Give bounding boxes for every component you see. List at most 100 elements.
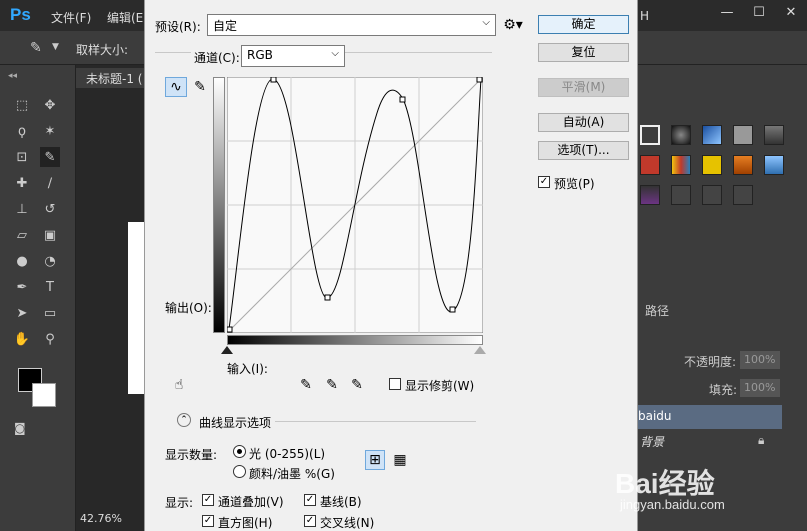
white-eyedropper-icon[interactable]: ✎	[348, 376, 366, 394]
light-radio[interactable]	[233, 445, 246, 458]
target-adjust-hand-icon[interactable]: ☝	[169, 376, 189, 394]
magic-wand-icon[interactable]: ✶	[40, 121, 60, 141]
tab-paths[interactable]: 路径	[645, 302, 669, 319]
lasso-tool-icon[interactable]: ϙ	[12, 121, 32, 141]
shape-tool-icon[interactable]: ▭	[40, 303, 60, 323]
style-swatch[interactable]	[764, 125, 784, 145]
minimize-icon[interactable]: —	[711, 0, 743, 24]
layer-row-baidu[interactable]: baidu	[632, 405, 782, 429]
channel-select[interactable]: RGB ⌵	[241, 45, 345, 67]
style-swatch[interactable]	[640, 155, 660, 175]
style-swatch[interactable]	[671, 155, 691, 175]
document-tab[interactable]: 未标题-1 (	[76, 68, 144, 88]
collapse-icon[interactable]: ◂◂	[8, 71, 17, 81]
move-tool-icon[interactable]: ✥	[40, 95, 60, 115]
pencil-icon[interactable]: ✎	[191, 77, 209, 97]
collapse-chevron-icon[interactable]: ⌃	[177, 413, 191, 427]
options-button[interactable]: 选项(T)...	[538, 141, 629, 160]
style-swatch[interactable]	[702, 125, 722, 145]
baidu-watermark-logo: Bai经验	[615, 468, 715, 499]
dodge-tool-icon[interactable]: ◔	[40, 251, 60, 271]
curve-edit-icon[interactable]: ∿	[165, 77, 187, 97]
maximize-icon[interactable]: ☐	[743, 0, 775, 24]
background-color-swatch[interactable]	[32, 383, 56, 407]
gradient-tool-icon[interactable]: ▣	[40, 225, 60, 245]
style-swatch[interactable]	[702, 185, 722, 205]
curve-point[interactable]	[324, 294, 331, 301]
preset-options-gear-icon[interactable]: ⚙▾	[503, 16, 523, 34]
menu-file[interactable]: 文件(F)	[51, 9, 91, 26]
black-point-slider[interactable]	[221, 346, 233, 354]
baseline-checkbox[interactable]: ✓	[304, 494, 316, 506]
zoom-tool-icon[interactable]: ⚲	[40, 329, 60, 349]
chevron-down-icon[interactable]: ▼	[52, 42, 59, 52]
type-tool-icon[interactable]: T	[40, 277, 60, 297]
light-option-label: 光 (0-255)(L)	[249, 447, 326, 461]
style-swatch[interactable]	[733, 125, 753, 145]
black-eyedropper-icon[interactable]: ✎	[297, 376, 315, 394]
output-label: 输出(O):	[165, 301, 212, 315]
smooth-button[interactable]: 平滑(M)	[538, 78, 629, 97]
healing-brush-icon[interactable]: ✚	[12, 173, 32, 193]
chevron-down-icon: ⌵	[331, 48, 339, 59]
curve-point[interactable]	[449, 306, 456, 313]
curve-point[interactable]	[227, 326, 233, 333]
eyedropper-tool-icon[interactable]: ✎	[30, 40, 42, 56]
close-icon[interactable]: ✕	[775, 0, 807, 24]
history-brush-icon[interactable]: ↺	[40, 199, 60, 219]
white-point-slider[interactable]	[474, 346, 486, 354]
detailed-grid-icon[interactable]: ▦	[390, 450, 410, 470]
style-swatch[interactable]	[640, 125, 660, 145]
show-amount-label: 显示数量:	[165, 448, 218, 462]
channel-overlay-checkbox[interactable]: ✓	[202, 494, 214, 506]
preset-select[interactable]: 自定 ⌵	[207, 14, 496, 36]
show-clipping-checkbox[interactable]	[389, 378, 401, 390]
curve-graph[interactable]	[227, 77, 483, 333]
quick-mask-icon[interactable]: ◙	[14, 421, 26, 435]
preview-checkbox[interactable]: ✓	[538, 176, 550, 188]
opacity-input[interactable]: 100%	[740, 351, 780, 369]
pen-tool-icon[interactable]: ✒	[12, 277, 32, 297]
input-label: 输入(I):	[227, 362, 268, 376]
hand-tool-icon[interactable]: ✋	[12, 329, 32, 349]
show-label: 显示:	[165, 496, 194, 510]
zoom-level: 42.76%	[80, 512, 122, 525]
tools-panel: ◂◂ ⬚ ✥ ϙ ✶ ⊡ ✎ ✚ ∕ ⊥ ↺ ▱ ▣ ● ◔ ✒ T ➤ ▭ ✋…	[0, 65, 76, 531]
style-swatch[interactable]	[640, 185, 660, 205]
pigment-radio[interactable]	[233, 465, 246, 478]
style-swatch[interactable]	[702, 155, 722, 175]
style-swatch[interactable]	[671, 185, 691, 205]
curve-point[interactable]	[399, 96, 406, 103]
brush-tool-icon[interactable]: ∕	[40, 173, 60, 193]
ok-button[interactable]: 确定	[538, 15, 629, 34]
input-gradient-bar	[227, 335, 483, 345]
style-swatch[interactable]	[671, 125, 691, 145]
histogram-checkbox[interactable]: ✓	[202, 515, 214, 527]
lock-icon: 🔒︎	[758, 433, 765, 447]
options-divider	[275, 421, 476, 422]
reset-button[interactable]: 复位	[538, 43, 629, 62]
stamp-tool-icon[interactable]: ⊥	[12, 199, 32, 219]
chevron-down-icon: ⌵	[482, 17, 490, 28]
eyedropper-icon[interactable]: ✎	[40, 147, 60, 167]
marquee-tool-icon[interactable]: ⬚	[12, 95, 32, 115]
style-swatch[interactable]	[764, 155, 784, 175]
canvas	[128, 222, 144, 394]
curve-point[interactable]	[270, 77, 277, 83]
auto-button[interactable]: 自动(A)	[538, 113, 629, 132]
preview-label: 预览(P)	[554, 177, 595, 191]
style-swatch[interactable]	[733, 185, 753, 205]
menu-edit[interactable]: 编辑(E	[107, 9, 143, 26]
eraser-tool-icon[interactable]: ▱	[12, 225, 32, 245]
path-select-icon[interactable]: ➤	[12, 303, 32, 323]
intersection-checkbox[interactable]: ✓	[304, 515, 316, 527]
simple-grid-icon[interactable]: ⊞	[365, 450, 385, 470]
gray-eyedropper-icon[interactable]: ✎	[323, 376, 341, 394]
crop-tool-icon[interactable]: ⊡	[12, 147, 32, 167]
blur-tool-icon[interactable]: ●	[12, 251, 32, 271]
fill-input[interactable]: 100%	[740, 379, 780, 397]
fill-label: 填充:	[709, 383, 738, 397]
layer-row-background[interactable]: 背景	[640, 433, 664, 450]
curve-point[interactable]	[476, 77, 483, 83]
style-swatch[interactable]	[733, 155, 753, 175]
